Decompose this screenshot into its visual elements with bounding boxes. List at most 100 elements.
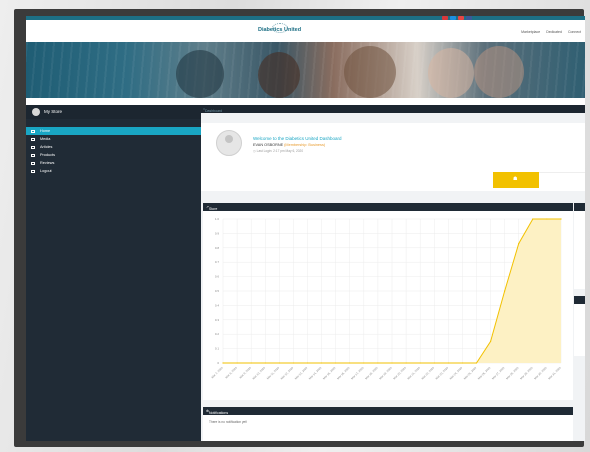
data-point (320, 362, 323, 364)
x-tick-label: Mar 12, 2020 (280, 366, 295, 381)
data-point (292, 362, 295, 364)
sidebar-item-home[interactable]: Home (26, 127, 201, 135)
data-point (447, 362, 449, 364)
data-point (335, 362, 337, 364)
stat-box-white[interactable] (539, 172, 585, 188)
x-tick-label: Mar 23, 2020 (435, 366, 450, 381)
x-tick-label: Mar 31, 2020 (547, 366, 562, 381)
x-tick-label: Mar 22, 2020 (420, 366, 435, 381)
stat-band: ☗ (201, 169, 585, 191)
y-tick-label: 0.1 (215, 347, 220, 351)
sidebar-item-logout[interactable]: Logout (26, 167, 201, 175)
x-tick-label: Mar 7, 2020 (210, 366, 224, 380)
data-point (349, 362, 351, 364)
x-tick-label: Mar 30, 2020 (533, 366, 548, 381)
last-login: ◷ Last Login: 2:17 pm May 6, 2020 (253, 149, 304, 153)
membership-badge: (Membership: Business) (284, 143, 326, 147)
data-point (489, 340, 492, 342)
x-tick-label: Mar 8, 2020 (224, 366, 238, 380)
data-point (546, 218, 548, 220)
data-point (306, 362, 309, 364)
media-icon (31, 137, 35, 141)
x-tick-label: Mar 29, 2020 (519, 366, 534, 381)
x-tick-label: Mar 20, 2020 (392, 366, 407, 381)
y-tick-label: 0.3 (215, 318, 220, 322)
x-tick-label: Mar 14, 2020 (308, 366, 323, 381)
x-tick-label: Mar 16, 2020 (336, 366, 351, 381)
x-tick-label: Mar 10, 2020 (251, 366, 266, 381)
x-tick-label: Mar 24, 2020 (449, 366, 464, 381)
x-tick-label: Mar 27, 2020 (491, 366, 506, 381)
data-point (236, 362, 238, 364)
x-tick-label: Mar 13, 2020 (294, 366, 309, 381)
welcome-title: Welcome to the Diabetics United Dashboar… (253, 136, 342, 141)
user-avatar[interactable] (216, 130, 242, 156)
y-tick-label: 0 (217, 361, 219, 365)
data-point (475, 362, 478, 364)
store-header: My Store (26, 105, 201, 119)
store-analytics-panel: ↗ Store Analytics 1.0 0.9 0.8 0.7 0.6 0.5 0.4 0… (203, 203, 573, 400)
x-tick-label: Mar 26, 2020 (477, 366, 492, 381)
y-tick-label: 0.8 (215, 246, 220, 250)
sidebar-item-media[interactable]: Media (26, 135, 201, 143)
x-tick-label: Mar 21, 2020 (406, 366, 421, 381)
analytics-header: ↗ Store Analytics (203, 203, 573, 215)
analytics-chart: 1.0 0.9 0.8 0.7 0.6 0.5 0.4 0.3 0.2 0.1 0Mar 7, 20… (210, 217, 562, 381)
x-tick-label: Mar 15, 2020 (322, 366, 337, 381)
notifications-title: ⊕ Notifications (206, 409, 229, 415)
welcome-card: Welcome to the Diabetics United Dashboar… (201, 123, 585, 169)
y-tick-label: 0.6 (215, 275, 220, 279)
analytics-title: ↗ Store Analytics (206, 205, 224, 215)
store-avatar[interactable] (32, 108, 40, 116)
data-point (391, 362, 393, 364)
data-point (405, 362, 407, 364)
data-point (363, 362, 365, 364)
y-tick-label: 1.0 (215, 217, 220, 221)
side-panel-top (574, 203, 585, 289)
x-tick-label: Mar 28, 2020 (505, 366, 520, 381)
data-point (250, 362, 252, 364)
notifications-panel: ⊕ Notifications There is no notification… (203, 407, 573, 441)
store-title: My Store (44, 109, 63, 114)
stat-icon: ☗ (513, 176, 518, 182)
sidebar-menu: Home Media Articles Products Reviews Log… (26, 127, 201, 175)
data-point (560, 218, 562, 220)
data-point (377, 362, 379, 364)
articles-icon (31, 145, 35, 149)
data-point (461, 362, 464, 364)
notifications-header: ⊕ Notifications (203, 407, 573, 415)
breadcrumb-dashboard[interactable]: ⌂ Dashboard (203, 107, 222, 113)
sidebar-item-products[interactable]: Products (26, 151, 201, 159)
x-tick-label: Mar 9, 2020 (238, 366, 252, 380)
x-tick-label: Mar 19, 2020 (378, 366, 393, 381)
products-icon (31, 153, 35, 157)
data-point (264, 362, 266, 364)
x-tick-label: Mar 11, 2020 (266, 366, 281, 381)
sidebar-item-reviews[interactable]: Reviews (26, 159, 201, 167)
sidebar-item-articles[interactable]: Articles (26, 143, 201, 151)
y-tick-label: 0.2 (215, 332, 220, 336)
data-point (532, 218, 534, 220)
breadcrumb: ⌂ Dashboard (201, 105, 585, 113)
data-point (278, 362, 280, 364)
data-point (222, 362, 224, 364)
y-tick-label: 0.7 (215, 260, 220, 264)
data-point (419, 362, 421, 364)
data-point (518, 242, 520, 245)
x-tick-label: Mar 18, 2020 (364, 366, 379, 381)
side-panel-bottom (574, 296, 585, 356)
user-name: EVAN OSBORNE (Membership: Business) (253, 143, 326, 147)
data-point (504, 290, 506, 292)
sidebar: My Store Home Media Articles Products Re… (26, 105, 201, 441)
monitor-icon (31, 129, 35, 133)
stat-box-yellow[interactable]: ☗ (493, 172, 539, 188)
notifications-empty: There is no notification yet! (209, 420, 248, 424)
data-point (433, 362, 435, 364)
logout-icon (31, 169, 35, 173)
y-tick-label: 0.4 (215, 303, 220, 307)
x-tick-label: Mar 17, 2020 (350, 366, 365, 381)
reviews-icon (31, 161, 35, 165)
y-tick-label: 0.9 (215, 231, 220, 235)
x-tick-label: Mar 25, 2020 (463, 366, 478, 381)
y-tick-label: 0.5 (215, 289, 220, 293)
